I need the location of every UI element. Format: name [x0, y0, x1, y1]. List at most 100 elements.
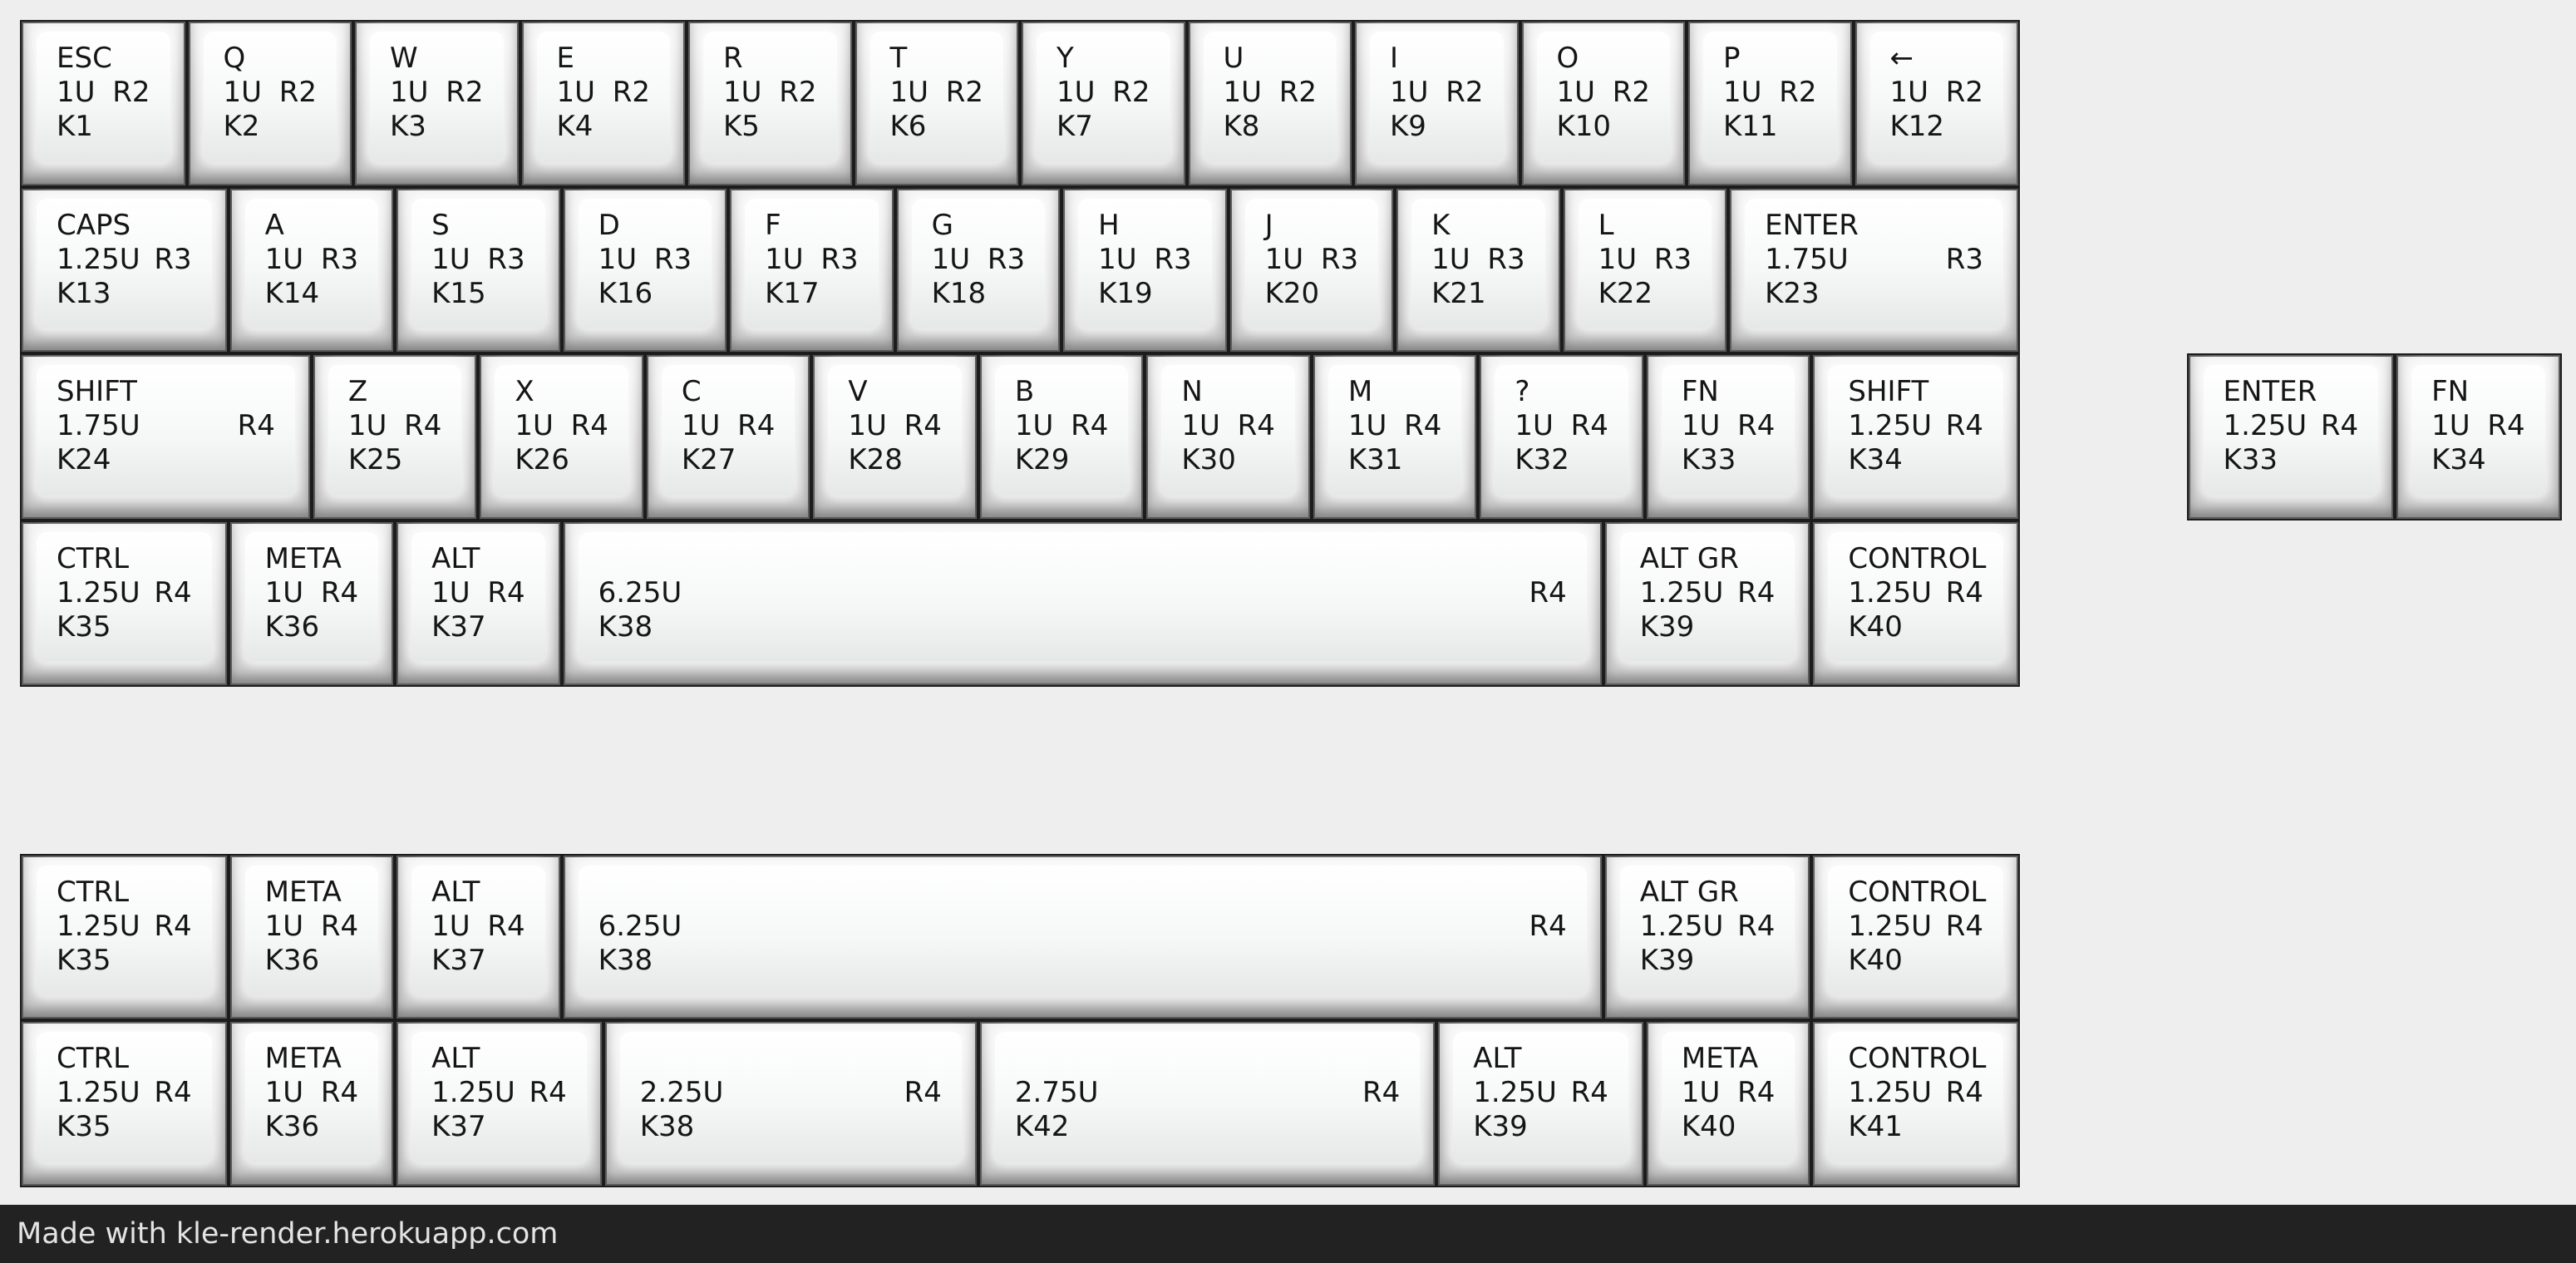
- key: CTRL 1.25U R4 K35: [20, 520, 229, 687]
- key-legend-row: R2: [112, 76, 150, 109]
- key-legend-id: K4: [556, 110, 594, 143]
- key-legend-id: K20: [1264, 276, 1320, 310]
- key-legend-id: K3: [390, 110, 426, 143]
- key-legend-size: 1U: [264, 1076, 304, 1109]
- key-legend-id: K27: [681, 443, 736, 476]
- key-legend-id: K34: [1848, 443, 1903, 476]
- key: ALT 1.25U R4 K37: [395, 1020, 603, 1187]
- key: SHIFT 1.25U R4 K34: [1811, 353, 2020, 520]
- key-legend-id: K16: [598, 276, 653, 310]
- key-legend-name: META: [264, 1042, 342, 1075]
- key-legend-name: H: [1098, 208, 1120, 242]
- key-legend-size: 1U: [1431, 242, 1470, 276]
- key: 2.75U R4 K42: [978, 1020, 1437, 1187]
- key: CONTROL 1.25U R4 K40: [1811, 520, 2020, 687]
- key-legend-row: R2: [278, 76, 317, 109]
- key-legend-size: 1U: [723, 76, 762, 109]
- key-legend-size: 1U: [431, 575, 470, 609]
- key: O 1U R2 K10: [1519, 20, 1687, 187]
- key-legend-row: R4: [1737, 1076, 1776, 1109]
- key-legend-id: K29: [1014, 443, 1070, 476]
- key-legend-size: 1.25U: [1639, 909, 1724, 943]
- key-legend-row: R3: [154, 242, 192, 276]
- key-legend-row: R4: [529, 1076, 567, 1109]
- keyboard-layout: ESC 1U R2 K1 Q 1U R2 K2 W 1U R2 K3 E 1U R2 K4 R 1U R2 K5 T 1U…: [0, 0, 2576, 1205]
- key-legend-row: R4: [320, 1076, 359, 1109]
- key-legend-size: 1U: [431, 909, 470, 943]
- key-legend-row: R4: [487, 575, 525, 609]
- key: N 1U R4 K30: [1145, 353, 1312, 520]
- key-legend-name: B: [1014, 375, 1035, 408]
- key-legend-row: R4: [320, 575, 359, 609]
- key-legend-id: K32: [1515, 443, 1569, 476]
- keycap-top: [578, 865, 1587, 995]
- key-legend-size: 1U: [57, 76, 96, 109]
- key: Q 1U R2 K2: [186, 20, 353, 187]
- key-legend-name: W: [390, 42, 418, 75]
- key-legend-name: A: [264, 208, 284, 242]
- key-legend-size: 1U: [931, 242, 971, 276]
- key-legend-id: K22: [1598, 276, 1653, 310]
- key-legend-id: K39: [1639, 943, 1695, 977]
- key-legend-size: 1U: [347, 409, 387, 442]
- key-legend-name: CAPS: [57, 208, 131, 242]
- key: ALT GR 1.25U R4 K39: [1603, 853, 1812, 1020]
- key-legend-id: K11: [1723, 110, 1778, 143]
- key-legend-name: CONTROL: [1848, 1042, 1987, 1075]
- key-legend-size: 1U: [223, 76, 263, 109]
- key-legend-id: K26: [515, 443, 569, 476]
- key-legend-name: G: [931, 208, 953, 242]
- key-legend-size: 1.25U: [1848, 409, 1932, 442]
- key-legend-row: R4: [1071, 409, 1109, 442]
- key-legend-row: R3: [320, 242, 359, 276]
- key: Y 1U R2 K7: [1020, 20, 1187, 187]
- key: X 1U R4 K26: [478, 353, 645, 520]
- key-legend-name: CTRL: [57, 875, 130, 909]
- key-legend-id: K35: [57, 1110, 111, 1143]
- key-legend-id: K13: [57, 276, 111, 310]
- key-legend-id: K1: [57, 110, 93, 143]
- key: M 1U R4 K31: [1311, 353, 1479, 520]
- key-legend-id: K40: [1681, 1110, 1736, 1143]
- key-legend-id: K12: [1889, 110, 1945, 143]
- key-legend-name: SHIFT: [57, 375, 137, 408]
- key-legend-id: K35: [57, 943, 111, 977]
- key-legend-name: META: [1681, 1042, 1759, 1075]
- key-legend-id: K36: [264, 943, 320, 977]
- key-legend-size: 6.25U: [598, 909, 682, 943]
- key-legend-size: 1U: [1181, 409, 1220, 442]
- key: CAPS 1.25U R3 K13: [20, 186, 229, 353]
- key: D 1U R3 K16: [561, 186, 729, 353]
- key-legend-name: Y: [1057, 42, 1074, 75]
- key-legend-size: 1U: [264, 242, 304, 276]
- key-legend-row: R2: [446, 76, 484, 109]
- key-legend-size: 1U: [1390, 76, 1429, 109]
- key-legend-size: 1U: [556, 76, 596, 109]
- key: CONTROL 1.25U R4 K40: [1811, 853, 2020, 1020]
- key-legend-id: K18: [931, 276, 987, 310]
- key-legend-size: 1U: [1223, 76, 1263, 109]
- key-legend-size: 1U: [264, 909, 304, 943]
- key-legend-row: R2: [612, 76, 650, 109]
- key-legend-row: R4: [1737, 575, 1776, 609]
- key: SHIFT 1.75U R4 K24: [20, 353, 312, 520]
- key-legend-name: T: [889, 42, 908, 75]
- key-legend-name: CONTROL: [1848, 875, 1987, 909]
- key-legend-row: R4: [2487, 409, 2525, 442]
- key-legend-id: K25: [347, 443, 403, 476]
- key-legend-name: L: [1598, 208, 1614, 242]
- key-legend-row: R4: [237, 409, 275, 442]
- key-legend-row: R4: [487, 909, 525, 943]
- key-legend-row: R4: [737, 409, 776, 442]
- key-legend-row: R3: [1320, 242, 1359, 276]
- key-legend-row: R4: [320, 909, 359, 943]
- key-legend-name: K: [1431, 208, 1451, 242]
- key-legend-name: FN: [2431, 375, 2470, 408]
- key-legend-id: K38: [598, 943, 653, 977]
- key-legend-name: ALT GR: [1639, 875, 1739, 909]
- key-legend-name: C: [681, 375, 702, 408]
- key-legend-row: R3: [487, 242, 525, 276]
- key-legend-size: 1U: [1681, 409, 1721, 442]
- key-legend-name: E: [556, 42, 574, 75]
- key-legend-row: R4: [404, 409, 442, 442]
